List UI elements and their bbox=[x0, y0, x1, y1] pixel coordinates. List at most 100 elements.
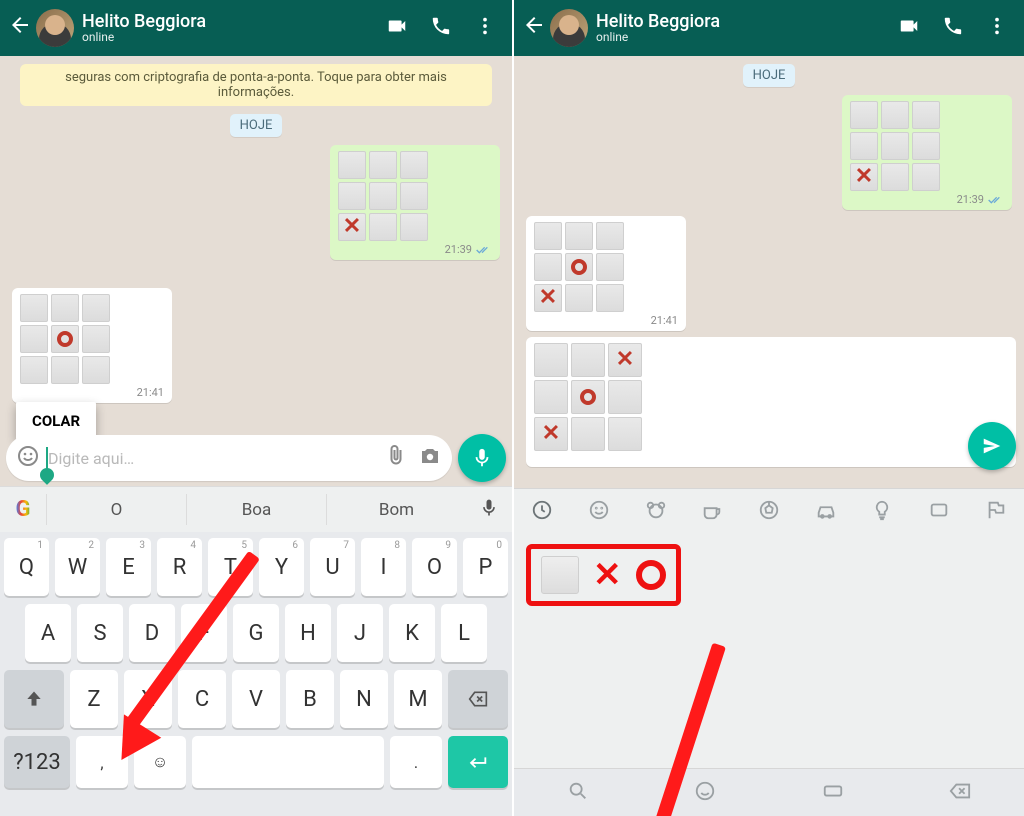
message-input[interactable]: Digite aqui… bbox=[6, 435, 452, 481]
chat-area-left: seguras com criptografia de ponta-a-pont… bbox=[0, 56, 512, 816]
contact-status: online bbox=[82, 31, 386, 44]
backspace-icon[interactable] bbox=[949, 780, 971, 806]
key-i[interactable]: I8 bbox=[361, 538, 406, 596]
chat-header: Helito Beggiora online bbox=[0, 0, 512, 56]
car-icon[interactable] bbox=[815, 499, 837, 525]
tictactoe-grid: ✕ bbox=[338, 151, 492, 241]
outgoing-message-1[interactable]: ✕ 21:39 bbox=[842, 95, 1012, 210]
key-l[interactable]: L bbox=[441, 604, 487, 662]
contact-name: Helito Beggiora bbox=[596, 12, 898, 32]
date-chip: HOJE bbox=[743, 64, 796, 87]
message-input-bar: Digite aqui… bbox=[6, 434, 506, 482]
key-w[interactable]: W2 bbox=[55, 538, 100, 596]
date-chip: HOJE bbox=[230, 114, 283, 137]
keyboard[interactable]: Q1 W2 E3 R4 T5 Y6 U7 I8 O9 P0 A S D F G … bbox=[0, 532, 512, 816]
key-h[interactable]: H bbox=[285, 604, 331, 662]
key-s[interactable]: S bbox=[77, 604, 123, 662]
key-o[interactable]: O9 bbox=[412, 538, 457, 596]
key-r[interactable]: R4 bbox=[157, 538, 202, 596]
google-icon[interactable]: G bbox=[0, 497, 46, 522]
key-b[interactable]: B bbox=[286, 670, 334, 728]
key-p[interactable]: P0 bbox=[463, 538, 508, 596]
key-d[interactable]: D bbox=[129, 604, 175, 662]
key-n[interactable]: N bbox=[340, 670, 388, 728]
mic-button[interactable] bbox=[458, 434, 506, 482]
send-button[interactable] bbox=[968, 422, 1016, 470]
key-v[interactable]: V bbox=[232, 670, 280, 728]
ball-icon[interactable] bbox=[758, 499, 780, 525]
msg-time: 21:39 bbox=[957, 193, 984, 206]
suggestion-3[interactable]: Bom bbox=[326, 494, 466, 526]
encryption-banner[interactable]: seguras com criptografia de ponta-a-pont… bbox=[20, 64, 492, 106]
key-enter[interactable] bbox=[448, 736, 508, 788]
contact-name-block[interactable]: Helito Beggiora online bbox=[596, 12, 898, 45]
recent-icon[interactable] bbox=[531, 499, 553, 525]
attach-icon[interactable] bbox=[384, 444, 408, 472]
key-c[interactable]: C bbox=[178, 670, 226, 728]
suggestion-1[interactable]: O bbox=[46, 494, 186, 526]
emoji-x[interactable]: ✕ bbox=[593, 555, 622, 595]
avatar[interactable] bbox=[36, 9, 74, 47]
suggestion-2[interactable]: Boa bbox=[186, 494, 326, 526]
back-icon[interactable] bbox=[522, 13, 546, 43]
key-z[interactable]: Z bbox=[70, 670, 118, 728]
emoji-square[interactable] bbox=[541, 556, 579, 594]
input-placeholder: Digite aqui… bbox=[40, 449, 384, 468]
screen-left: Helito Beggiora online seguras com cript… bbox=[0, 0, 512, 816]
more-icon[interactable] bbox=[474, 15, 496, 41]
camera-icon[interactable] bbox=[418, 444, 442, 472]
key-period[interactable]: . bbox=[390, 736, 442, 788]
draft-message[interactable]: ✕ ✕ bbox=[526, 337, 1016, 467]
key-y[interactable]: Y6 bbox=[259, 538, 304, 596]
tictactoe-grid: ✕ ✕ bbox=[534, 343, 1008, 451]
back-icon[interactable] bbox=[8, 13, 32, 43]
smiley-icon[interactable] bbox=[588, 499, 610, 525]
key-m[interactable]: M bbox=[394, 670, 442, 728]
symbols-icon[interactable] bbox=[928, 499, 950, 525]
read-receipt-icon bbox=[476, 244, 492, 256]
key-space[interactable] bbox=[192, 736, 384, 788]
emoji-category-row bbox=[514, 488, 1024, 534]
read-receipt-icon bbox=[988, 194, 1004, 206]
key-q[interactable]: Q1 bbox=[4, 538, 49, 596]
tictactoe-grid bbox=[20, 294, 164, 384]
suggestion-row: G O Boa Bom bbox=[0, 486, 512, 532]
contact-name-block[interactable]: Helito Beggiora online bbox=[82, 12, 386, 45]
search-icon[interactable] bbox=[567, 780, 589, 806]
header-actions bbox=[898, 15, 1016, 41]
emoji-icon[interactable] bbox=[16, 444, 40, 472]
bear-icon[interactable] bbox=[645, 499, 667, 525]
tictactoe-grid: ✕ bbox=[850, 101, 1004, 191]
emoji-o[interactable] bbox=[636, 560, 666, 590]
video-call-icon[interactable] bbox=[898, 15, 920, 41]
key-symbols[interactable]: ?123 bbox=[4, 736, 70, 788]
emoji-tab-icon[interactable] bbox=[694, 780, 716, 806]
key-shift[interactable] bbox=[4, 670, 64, 728]
gif-icon[interactable] bbox=[822, 780, 844, 806]
outgoing-message-1[interactable]: ✕ 21:39 bbox=[330, 145, 500, 260]
chat-header: Helito Beggiora online bbox=[514, 0, 1024, 56]
key-k[interactable]: K bbox=[389, 604, 435, 662]
msg-time: 21:39 bbox=[445, 243, 472, 256]
voice-call-icon[interactable] bbox=[942, 15, 964, 41]
cup-icon[interactable] bbox=[701, 499, 723, 525]
contact-name: Helito Beggiora bbox=[82, 12, 386, 32]
voice-call-icon[interactable] bbox=[430, 15, 452, 41]
key-j[interactable]: J bbox=[337, 604, 383, 662]
screen-right: Helito Beggiora online HOJE ✕ 21:39 ✕ bbox=[512, 0, 1024, 816]
incoming-message-1[interactable]: 21:41 bbox=[12, 288, 172, 403]
key-g[interactable]: G bbox=[233, 604, 279, 662]
msg-time: 21:41 bbox=[137, 386, 164, 399]
key-e[interactable]: E3 bbox=[106, 538, 151, 596]
avatar[interactable] bbox=[550, 9, 588, 47]
header-actions bbox=[386, 15, 504, 41]
key-backspace[interactable] bbox=[448, 670, 508, 728]
bulb-icon[interactable] bbox=[871, 499, 893, 525]
key-a[interactable]: A bbox=[25, 604, 71, 662]
incoming-message-1[interactable]: ✕ 21:41 bbox=[526, 216, 686, 331]
video-call-icon[interactable] bbox=[386, 15, 408, 41]
flag-icon[interactable] bbox=[985, 499, 1007, 525]
more-icon[interactable] bbox=[986, 15, 1008, 41]
key-u[interactable]: U7 bbox=[310, 538, 355, 596]
voice-type-icon[interactable] bbox=[466, 498, 512, 522]
